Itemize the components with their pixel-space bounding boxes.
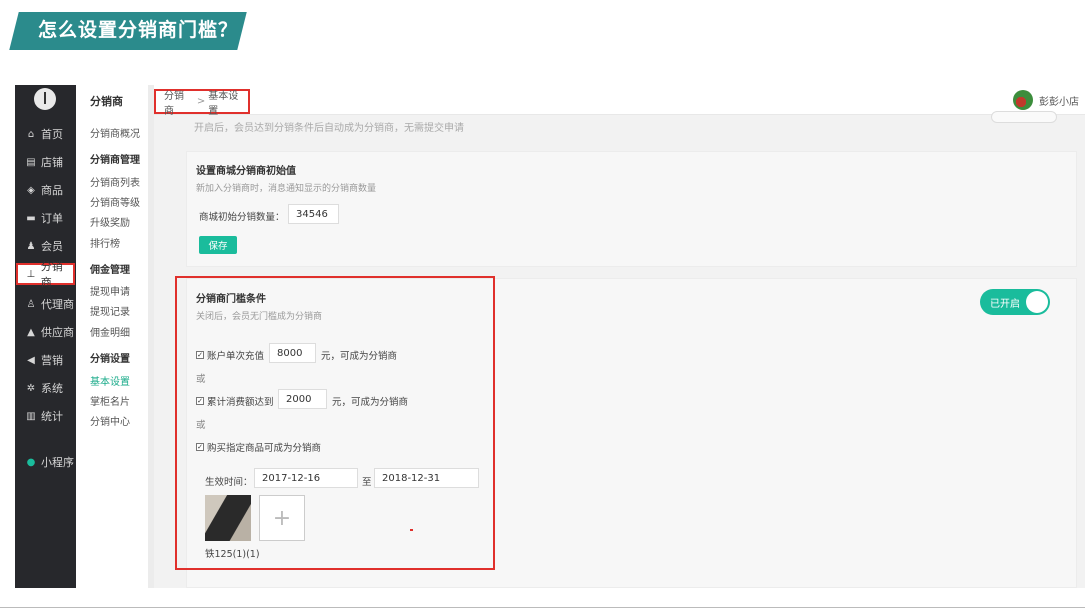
- subnav-item-ranking[interactable]: 排行榜: [90, 235, 120, 250]
- store-icon: ▤: [26, 156, 36, 168]
- breadcrumb-parent[interactable]: 分销商: [164, 87, 194, 117]
- user-name: 彭彭小店: [1039, 96, 1079, 108]
- divider: [0, 607, 1085, 608]
- initial-count-desc: 新加入分销商时，消息通知显示的分销商数量: [196, 184, 377, 194]
- breadcrumb-current: 基本设置: [208, 90, 239, 117]
- initial-count-input[interactable]: 34546: [288, 204, 339, 224]
- initial-count-title: 设置商城分销商初始值: [196, 166, 296, 177]
- miniprogram-icon: ●: [26, 456, 36, 468]
- banner-title: 怎么设置分销商门槛？: [38, 19, 239, 41]
- sidebar-item-order[interactable]: ▬ 订单: [15, 207, 76, 229]
- member-icon: ♟: [26, 240, 36, 252]
- subnav-item-withdraw-record[interactable]: 提现记录: [90, 303, 130, 318]
- sidebar-item-system[interactable]: ✲ 系统: [15, 377, 76, 399]
- initial-count-panel: 设置商城分销商初始值 新加入分销商时，消息通知显示的分销商数量 商城初始分销数量…: [186, 151, 1077, 267]
- app-window: ⌂ 首页 ▤ 店铺 ◈ 商品 ▬ 订单 ♟ 会员 ⊥ 分销商 ♙ 代理商 ▲ 供应商 ◀ 营销 ✲…: [15, 85, 1085, 588]
- sidebar-item-stats[interactable]: ▥ 统计: [15, 405, 76, 427]
- breadcrumb-separator: >: [196, 96, 206, 107]
- sidebar-item-home[interactable]: ⌂ 首页: [15, 123, 76, 145]
- top-bar: [154, 85, 1085, 115]
- subnav-item-levels[interactable]: 分销商等级: [90, 194, 140, 209]
- subnav-item-withdraw-apply[interactable]: 提现申请: [90, 283, 130, 298]
- threshold-toggle[interactable]: 已开启: [980, 289, 1050, 315]
- sidebar-item-miniprogram[interactable]: ● 小程序: [15, 451, 76, 473]
- subnav-group-manage: 分销商管理: [90, 155, 140, 166]
- save-button[interactable]: 保存: [199, 236, 237, 254]
- sidebar-item-store[interactable]: ▤ 店铺: [15, 151, 76, 173]
- subnav-group-settings: 分销设置: [90, 354, 130, 365]
- sidebar-item-member[interactable]: ♟ 会员: [15, 235, 76, 257]
- home-icon: ⌂: [27, 128, 35, 140]
- avatar: [1013, 90, 1033, 110]
- agent-icon: ♙: [26, 298, 36, 310]
- auto-become-toggle[interactable]: [991, 111, 1057, 123]
- main-sidebar: ⌂ 首页 ▤ 店铺 ◈ 商品 ▬ 订单 ♟ 会员 ⊥ 分销商 ♙ 代理商 ▲ 供应商 ◀ 营销 ✲…: [15, 85, 76, 588]
- order-icon: ▬: [26, 212, 36, 224]
- sidebar-item-supplier[interactable]: ▲ 供应商: [15, 321, 76, 343]
- settings-icon: ✲: [26, 382, 36, 394]
- sidebar-item-product[interactable]: ◈ 商品: [15, 179, 76, 201]
- distributor-icon: ⊥: [26, 268, 36, 280]
- subnav-item-upgrade[interactable]: 升级奖励: [90, 214, 130, 229]
- sidebar-item-marketing[interactable]: ◀ 营销: [15, 349, 76, 371]
- subnav-item-center[interactable]: 分销中心: [90, 413, 130, 428]
- breadcrumb: 分销商 > 基本设置: [154, 87, 250, 117]
- stats-icon: ▥: [26, 410, 36, 422]
- subnav-item-commission-detail[interactable]: 佣金明细: [90, 324, 130, 339]
- sidebar-item-distributor[interactable]: ⊥ 分销商: [16, 260, 75, 289]
- user-menu[interactable]: 彭彭小店: [1013, 90, 1079, 110]
- subnav-item-overview[interactable]: 分销商概况: [90, 125, 140, 140]
- supplier-icon: ▲: [27, 326, 35, 338]
- subnav-scrollbar[interactable]: [148, 85, 154, 588]
- initial-count-label: 商城初始分销数量：: [199, 212, 285, 223]
- toggle-knob: [1026, 291, 1048, 313]
- auto-become-desc: 开启后，会员达到分销条件后自动成为分销商，无需提交申请: [194, 123, 464, 134]
- subnav-item-card[interactable]: 掌柜名片: [90, 393, 130, 408]
- sidebar-item-agent[interactable]: ♙ 代理商: [15, 293, 76, 315]
- highlight-box: [175, 276, 495, 570]
- subnav-group-commission: 佣金管理: [90, 265, 130, 276]
- marker-dot: [410, 529, 413, 531]
- logo-icon: [34, 88, 56, 110]
- subnav-title: 分销商: [90, 95, 123, 108]
- subnav-item-basic[interactable]: 基本设置: [90, 373, 130, 388]
- product-icon: ◈: [27, 184, 35, 196]
- threshold-toggle-label: 已开启: [990, 298, 1020, 310]
- marketing-icon: ◀: [27, 354, 35, 366]
- subnav-item-list[interactable]: 分销商列表: [90, 174, 140, 189]
